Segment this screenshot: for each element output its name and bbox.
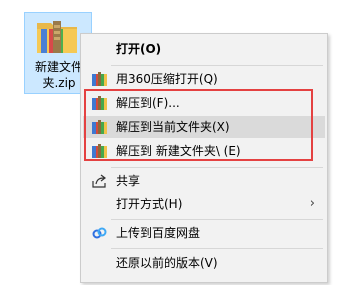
archive-icon	[91, 71, 108, 87]
winrar-archive-icon	[33, 17, 81, 55]
share-icon	[91, 173, 108, 189]
menu-separator	[111, 167, 323, 168]
baidu-netdisk-icon	[91, 225, 108, 241]
archive-icon	[91, 95, 108, 111]
context-menu: 打开(O) 用360压缩打开(Q) 解压到(F)... 解压到当前文件夹(X) …	[80, 33, 328, 283]
menu-item-extract-here[interactable]: 解压到当前文件夹(X)	[83, 116, 325, 138]
archive-icon	[91, 119, 108, 135]
menu-item-open-with[interactable]: 打开方式(H) ›	[83, 193, 325, 215]
menu-item-extract-to[interactable]: 解压到(F)...	[83, 92, 325, 114]
menu-item-upload-baidu[interactable]: 上传到百度网盘	[83, 222, 325, 244]
archive-icon	[91, 143, 108, 159]
menu-item-restore-previous[interactable]: 还原以前的版本(V)	[83, 252, 325, 274]
menu-separator	[111, 248, 323, 249]
menu-item-extract-to-folder[interactable]: 解压到 新建文件夹\ (E)	[83, 140, 325, 162]
chevron-right-icon: ›	[309, 196, 315, 211]
menu-item-open[interactable]: 打开(O)	[83, 38, 325, 60]
menu-item-share[interactable]: 共享	[83, 170, 325, 192]
menu-separator	[111, 65, 323, 66]
menu-separator	[111, 219, 323, 220]
menu-item-open-with-360[interactable]: 用360压缩打开(Q)	[83, 68, 325, 90]
